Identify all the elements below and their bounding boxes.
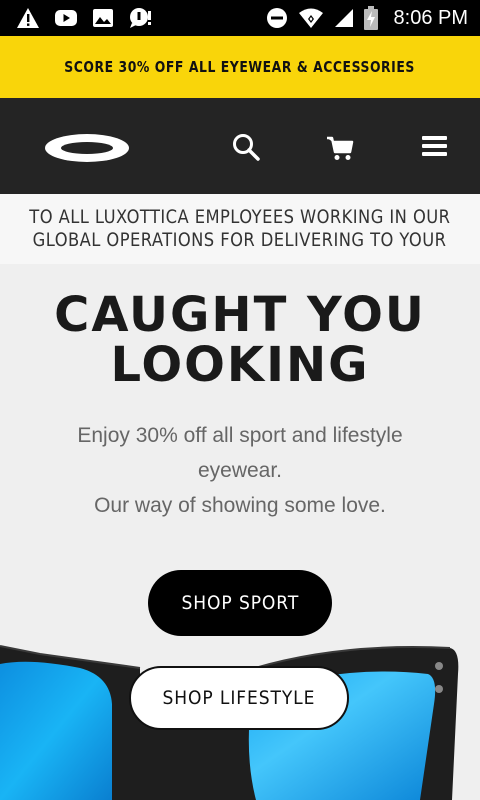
promo-banner[interactable]: SCORE 30% OFF ALL EYEWEAR & ACCESSORIES [0,36,480,98]
battery-charging-icon [363,6,378,30]
oakley-logo[interactable] [44,133,130,163]
status-time: 8:06 PM [393,6,468,29]
hero-headline: CAUGHT YOU LOOKING [0,290,480,390]
subtext-line-3: Our way of showing some love. [94,494,386,517]
ticker-line-1: TO ALL LUXOTTICA EMPLOYEES WORKING IN OU… [29,206,451,228]
signal-icon [334,9,353,27]
announcement-ticker: TO ALL LUXOTTICA EMPLOYEES WORKING IN OU… [0,194,480,264]
wifi-icon [298,8,323,28]
do-not-disturb-icon [266,8,287,28]
shop-sport-label: SHOP SPORT [181,592,299,614]
headline-line-1: CAUGHT YOU [54,287,426,343]
shop-lifestyle-button[interactable]: SHOP LIFESTYLE [129,666,349,730]
subtext-line-2: eyewear. [197,459,283,482]
menu-icon[interactable] [422,135,448,159]
status-bar: 8:06 PM [0,0,480,36]
subtext-line-1: Enjoy 30% off all sport and lifestyle [77,424,403,447]
shop-sport-button[interactable]: SHOP SPORT [148,570,332,636]
search-icon[interactable] [232,133,260,161]
hero-section: CAUGHT YOU LOOKING Enjoy 30% off all spo… [0,264,480,800]
image-icon [93,9,113,27]
headline-line-2: LOOKING [110,337,370,393]
ticker-line-2: GLOBAL OPERATIONS FOR DELIVERING TO YOUR [33,229,447,251]
youtube-icon [55,10,77,26]
promo-text: SCORE 30% OFF ALL EYEWEAR & ACCESSORIES [64,58,416,76]
hero-subtext: Enjoy 30% off all sport and lifestyle ey… [40,418,440,523]
warning-icon [17,8,39,28]
shop-lifestyle-label: SHOP LIFESTYLE [162,687,316,709]
chat-icon [130,8,151,28]
cart-icon[interactable] [326,136,354,162]
